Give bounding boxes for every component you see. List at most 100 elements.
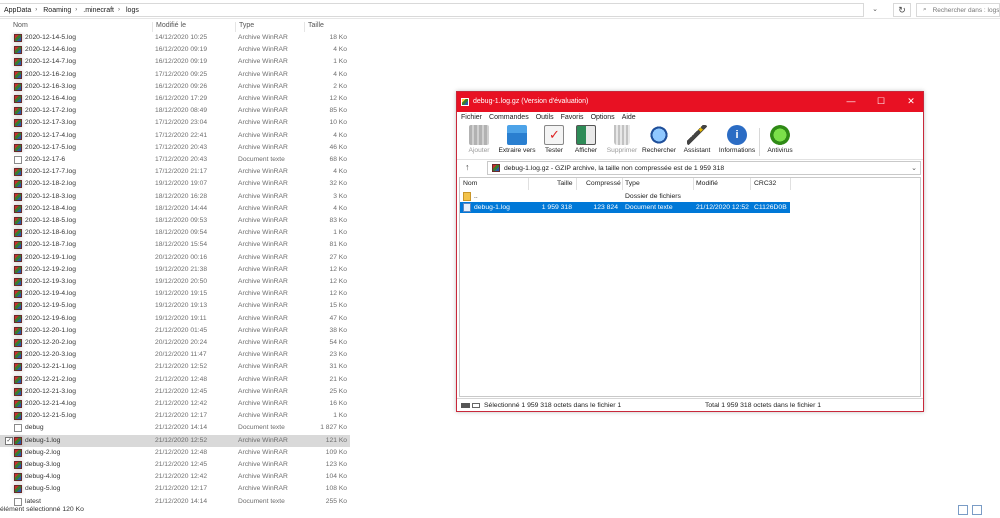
file-row[interactable]: 2020-12-21-3.log 21/12/2020 12:45 Archive … — [0, 386, 350, 398]
file-date: 19/12/2020 19:15 — [155, 290, 208, 298]
rar-column-type[interactable]: Type — [625, 180, 640, 187]
drive-icon — [461, 403, 470, 408]
file-row[interactable]: 2020-12-18-4.log 18/12/2020 14:44 Archive … — [0, 203, 350, 215]
wizard-button[interactable]: ✦ Assistant — [681, 125, 713, 159]
extract-to-button[interactable]: Extraire vers — [497, 125, 537, 159]
file-size: 15 Ko — [329, 302, 347, 310]
file-row[interactable]: 2020-12-20-3.log 20/12/2020 11:47 Archive … — [0, 349, 350, 361]
rar-column-packed[interactable]: Compressé — [586, 180, 621, 187]
file-row[interactable]: 2020-12-19-5.log 19/12/2020 19:13 Archive … — [0, 300, 350, 312]
file-row[interactable]: debug 21/12/2020 14:14 Document texte 1 827… — [0, 422, 350, 434]
file-type: Archive WinRAR — [238, 46, 288, 54]
file-row[interactable]: 2020-12-21-2.log 21/12/2020 12:48 Archive … — [0, 374, 350, 386]
column-header-modified[interactable]: Modifié le — [152, 22, 234, 32]
file-row[interactable]: 2020-12-18-5.log 18/12/2020 09:53 Archive … — [0, 215, 350, 227]
menu-aide[interactable]: Aide — [622, 114, 636, 121]
file-size: 4 Ko — [333, 204, 347, 212]
maximize-icon[interactable]: ☐ — [873, 95, 889, 108]
file-type: Archive WinRAR — [238, 314, 288, 322]
find-button[interactable]: Rechercher — [641, 125, 677, 159]
add-button[interactable]: Ajouter — [463, 125, 495, 159]
file-row[interactable]: 2020-12-18-7.log 18/12/2020 15:54 Archive … — [0, 239, 350, 251]
breadcrumb-roaming[interactable]: Roaming — [43, 7, 71, 14]
file-row[interactable]: 2020-12-20-2.log 20/12/2020 20:24 Archive … — [0, 337, 350, 349]
file-row[interactable]: 2020-12-16-4.log 16/12/2020 17:29 Archive … — [0, 93, 350, 105]
file-date: 21/12/2020 14:14 — [155, 497, 208, 505]
file-name: 2020-12-16-4.log — [25, 95, 76, 102]
file-row[interactable]: latest 21/12/2020 14:14 Document texte 255 … — [0, 496, 350, 506]
breadcrumb[interactable]: AppData › Roaming › .minecraft › logs — [0, 3, 864, 17]
breadcrumb-minecraft[interactable]: .minecraft — [83, 7, 114, 14]
large-icons-view-icon[interactable] — [972, 505, 982, 515]
file-row[interactable]: 2020-12-19-4.log 19/12/2020 19:15 Archive … — [0, 288, 350, 300]
menu-outils[interactable]: Outils — [536, 114, 554, 121]
info-button[interactable]: i Informations — [717, 125, 757, 159]
file-row[interactable]: 2020-12-14-6.log 16/12/2020 09:19 Archive … — [0, 44, 350, 56]
antivirus-button[interactable]: Antivirus — [763, 125, 797, 159]
rar-archive-icon — [14, 143, 22, 152]
rar-column-size[interactable]: Taille — [557, 180, 573, 187]
file-row[interactable]: debug-5.log 21/12/2020 12:17 Archive WinRA… — [0, 483, 350, 495]
refresh-icon[interactable]: ↻ — [893, 3, 911, 17]
menu-favoris[interactable]: Favoris — [561, 114, 584, 121]
breadcrumb-appdata[interactable]: AppData — [4, 7, 31, 14]
file-row[interactable]: 2020-12-18-2.log 19/12/2020 19:07 Archive … — [0, 178, 350, 190]
file-row[interactable]: 2020-12-19-6.log 19/12/2020 19:11 Archive … — [0, 313, 350, 325]
rar-column-name[interactable]: Nom — [463, 180, 477, 187]
details-view-icon[interactable] — [958, 505, 968, 515]
file-row[interactable]: 2020-12-21-4.log 21/12/2020 12:42 Archive … — [0, 398, 350, 410]
status-selected: Sélectionné 1 959 318 octets dans le fic… — [484, 402, 622, 409]
file-row[interactable]: 2020-12-19-2.log 19/12/2020 21:38 Archive … — [0, 264, 350, 276]
file-row[interactable]: 2020-12-18-6.log 18/12/2020 09:54 Archive … — [0, 227, 350, 239]
column-header-size[interactable]: Taille — [304, 22, 348, 32]
file-row[interactable]: 2020-12-19-1.log 20/12/2020 00:16 Archive … — [0, 252, 350, 264]
column-header-type[interactable]: Type — [235, 22, 303, 32]
file-row[interactable]: 2020-12-17-7.log 17/12/2020 21:17 Archive … — [0, 166, 350, 178]
file-type: Archive WinRAR — [238, 229, 288, 237]
file-row[interactable]: 2020-12-16-3.log 16/12/2020 09:26 Archive … — [0, 81, 350, 93]
rar-column-modified[interactable]: Modifié — [696, 180, 718, 187]
archive-row[interactable]: .. Dossier de fichiers — [460, 191, 790, 202]
file-date: 19/12/2020 19:13 — [155, 302, 208, 310]
breadcrumb-logs[interactable]: logs — [126, 7, 139, 14]
file-row[interactable]: 2020-12-19-3.log 19/12/2020 20:50 Archive … — [0, 276, 350, 288]
test-button[interactable]: ✓ Tester — [541, 125, 567, 159]
column-header-name[interactable]: Nom — [10, 22, 150, 32]
file-size: 85 Ko — [329, 107, 347, 115]
file-row[interactable]: debug-3.log 21/12/2020 12:45 Archive WinRA… — [0, 459, 350, 471]
file-row[interactable]: ✓ debug-1.log 21/12/2020 12:52 Archive WinR… — [0, 434, 350, 447]
file-name: 2020-12-18-4.log — [25, 204, 76, 212]
file-row[interactable]: 2020-12-14-7.log 16/12/2020 09:19 Archive … — [0, 56, 350, 68]
winrar-title-bar[interactable]: debug-1.log.gz (Version d'évaluation) — … — [457, 92, 923, 112]
file-row[interactable]: 2020-12-17-2.log 18/12/2020 08:49 Archive … — [0, 105, 350, 117]
file-row[interactable]: 2020-12-17-3.log 17/12/2020 23:04 Archive … — [0, 117, 350, 129]
row-checkbox[interactable]: ✓ — [5, 436, 13, 445]
key-icon — [472, 403, 480, 408]
file-row[interactable]: 2020-12-21-1.log 21/12/2020 12:52 Archive … — [0, 361, 350, 373]
search-input[interactable]: ⌕ Rechercher dans : logs — [916, 3, 1000, 17]
view-button[interactable]: Afficher — [571, 125, 601, 159]
file-row[interactable]: 2020-12-20-1.log 21/12/2020 01:45 Archive … — [0, 325, 350, 337]
archive-row[interactable]: debug-1.log 1 959 318 123 824 Document text… — [460, 202, 790, 213]
file-row[interactable]: 2020-12-17-4.log 17/12/2020 22:41 Archive … — [0, 130, 350, 142]
file-row[interactable]: 2020-12-17-6 17/12/2020 20:43 Document tex… — [0, 154, 350, 166]
up-arrow-icon[interactable]: ↑ — [465, 162, 470, 172]
file-row[interactable]: debug-2.log 21/12/2020 12:48 Archive WinRA… — [0, 447, 350, 459]
menu-fichier[interactable]: Fichier — [461, 114, 482, 121]
file-row[interactable]: debug-4.log 21/12/2020 12:42 Archive WinRA… — [0, 471, 350, 483]
menu-commandes[interactable]: Commandes — [489, 114, 529, 121]
menu-options[interactable]: Options — [591, 114, 615, 121]
file-row[interactable]: 2020-12-17-5.log 17/12/2020 20:43 Archive … — [0, 142, 350, 154]
rar-column-crc32[interactable]: CRC32 — [754, 180, 776, 187]
file-row[interactable]: 2020-12-18-3.log 18/12/2020 16:28 Archive … — [0, 191, 350, 203]
file-row[interactable]: 2020-12-21-5.log 21/12/2020 12:17 Archive … — [0, 410, 350, 422]
close-icon[interactable]: ✕ — [903, 95, 919, 108]
file-row[interactable]: 2020-12-16-2.log 17/12/2020 09:25 Archive … — [0, 69, 350, 81]
archive-path-field[interactable]: debug-1.log.gz - GZIP archive, la taille… — [487, 161, 921, 175]
address-history-chevron-icon[interactable]: ⌄ — [868, 3, 882, 17]
delete-button[interactable]: Supprimer — [605, 125, 639, 159]
chevron-down-icon[interactable]: ⌄ — [911, 164, 917, 172]
file-name: 2020-12-17-6 — [25, 156, 66, 163]
minimize-icon[interactable]: — — [843, 95, 859, 108]
file-row[interactable]: 2020-12-14-5.log 14/12/2020 10:25 Archive … — [0, 32, 350, 44]
